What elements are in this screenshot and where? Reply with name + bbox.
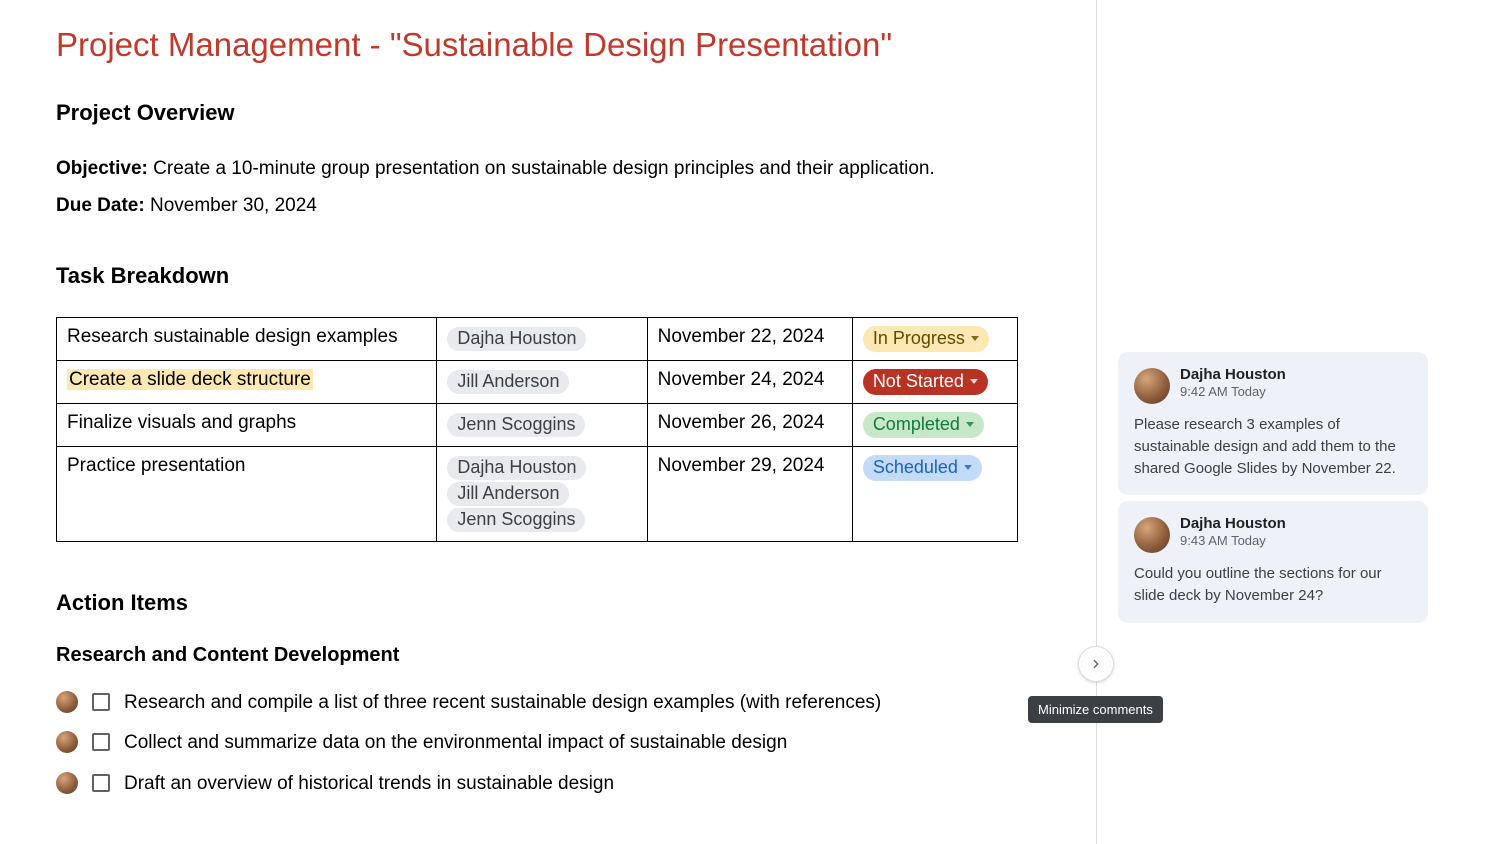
- status-label: Not Started: [873, 371, 964, 392]
- assignee-avatar[interactable]: [56, 691, 78, 713]
- due-date-line: Due Date: November 30, 2024: [56, 191, 1024, 220]
- caret-down-icon: [964, 465, 972, 470]
- page-title: Project Management - "Sustainable Design…: [56, 26, 1024, 64]
- due-text: November 30, 2024: [150, 195, 317, 216]
- table-row: Practice presentationDajha HoustonJill A…: [57, 446, 1018, 541]
- action-item-text[interactable]: Collect and summarize data on the enviro…: [124, 729, 787, 758]
- tooltip: Minimize comments: [1028, 696, 1163, 723]
- comment-header: Dajha Houston9:42 AM Today: [1134, 366, 1412, 404]
- task-cell[interactable]: Create a slide deck structure: [57, 360, 437, 403]
- person-chip[interactable]: Jill Anderson: [447, 482, 569, 506]
- objective-text: Create a 10-minute group presentation on…: [153, 158, 935, 179]
- person-chip[interactable]: Dajha Houston: [447, 327, 586, 351]
- assignee-cell[interactable]: Dajha HoustonJill AndersonJenn Scoggins: [437, 446, 647, 541]
- checkbox[interactable]: [92, 693, 110, 711]
- comment-avatar[interactable]: [1134, 517, 1170, 553]
- comment-card[interactable]: Dajha Houston9:42 AM Today Please researc…: [1118, 352, 1428, 495]
- due-label: Due Date:: [56, 195, 150, 216]
- assignee-cell[interactable]: Dajha Houston: [437, 317, 647, 360]
- status-chip[interactable]: Not Started: [863, 369, 988, 395]
- comment-header: Dajha Houston9:43 AM Today: [1134, 515, 1412, 553]
- status-cell[interactable]: Scheduled: [852, 446, 1017, 541]
- comment-avatar[interactable]: [1134, 368, 1170, 404]
- date-cell[interactable]: November 29, 2024: [647, 446, 852, 541]
- date-cell[interactable]: November 26, 2024: [647, 403, 852, 446]
- table-row: Research sustainable design examples Dajh…: [57, 317, 1018, 360]
- assignee-avatar[interactable]: [56, 772, 78, 794]
- date-cell[interactable]: November 24, 2024: [647, 360, 852, 403]
- person-chip[interactable]: Jill Anderson: [447, 370, 569, 394]
- status-chip[interactable]: In Progress: [863, 326, 989, 352]
- status-cell[interactable]: In Progress: [852, 317, 1017, 360]
- comment-time: 9:43 AM Today: [1180, 533, 1286, 548]
- status-label: In Progress: [873, 328, 965, 349]
- action-item-text[interactable]: Draft an overview of historical trends i…: [124, 770, 614, 799]
- comment-body: Please research 3 examples of sustainabl…: [1134, 414, 1412, 479]
- caret-down-icon: [971, 336, 979, 341]
- task-cell[interactable]: Finalize visuals and graphs: [57, 403, 437, 446]
- document-body: Project Management - "Sustainable Design…: [0, 0, 1080, 798]
- list-item: Draft an overview of historical trends i…: [56, 770, 1024, 799]
- table-row: Finalize visuals and graphs Jenn Scoggins…: [57, 403, 1018, 446]
- comment-author: Dajha Houston: [1180, 366, 1286, 383]
- list-item: Research and compile a list of three rec…: [56, 689, 1024, 718]
- comment-card[interactable]: Dajha Houston9:43 AM Today Could you outl…: [1118, 501, 1428, 623]
- tasks-heading: Task Breakdown: [56, 263, 1024, 289]
- action-items-list: Research and compile a list of three rec…: [56, 689, 1024, 799]
- objective-line: Objective: Create a 10-minute group pres…: [56, 154, 1024, 183]
- status-label: Scheduled: [873, 457, 958, 478]
- assignee-cell[interactable]: Jill Anderson: [437, 360, 647, 403]
- action-item-text[interactable]: Research and compile a list of three rec…: [124, 689, 881, 718]
- caret-down-icon: [970, 379, 978, 384]
- status-cell[interactable]: Completed: [852, 403, 1017, 446]
- comment-body: Could you outline the sections for our s…: [1134, 563, 1412, 607]
- checkbox[interactable]: [92, 774, 110, 792]
- status-label: Completed: [873, 414, 960, 435]
- caret-down-icon: [966, 422, 974, 427]
- project-overview: Project Overview Objective: Create a 10-…: [56, 100, 1024, 221]
- comment-time: 9:42 AM Today: [1180, 384, 1286, 399]
- task-cell[interactable]: Research sustainable design examples: [57, 317, 437, 360]
- status-chip[interactable]: Completed: [863, 412, 984, 438]
- objective-label: Objective:: [56, 158, 153, 179]
- person-chip[interactable]: Dajha Houston: [447, 456, 586, 480]
- assignee-avatar[interactable]: [56, 731, 78, 753]
- person-chip[interactable]: Jenn Scoggins: [447, 508, 585, 532]
- list-item: Collect and summarize data on the enviro…: [56, 729, 1024, 758]
- action-subheading: Research and Content Development: [56, 644, 1024, 667]
- highlighted-text: Create a slide deck structure: [67, 369, 313, 390]
- task-cell[interactable]: Practice presentation: [57, 446, 437, 541]
- status-cell[interactable]: Not Started: [852, 360, 1017, 403]
- checkbox[interactable]: [92, 733, 110, 751]
- comments-panel: Dajha Houston9:42 AM TodayPlease researc…: [1118, 352, 1428, 629]
- person-chip[interactable]: Jenn Scoggins: [447, 413, 585, 437]
- status-chip[interactable]: Scheduled: [863, 455, 982, 481]
- date-cell[interactable]: November 22, 2024: [647, 317, 852, 360]
- minimize-comments-button[interactable]: [1078, 646, 1114, 682]
- chevron-right-icon: [1089, 657, 1103, 671]
- action-heading: Action Items: [56, 590, 1024, 616]
- assignee-cell[interactable]: Jenn Scoggins: [437, 403, 647, 446]
- comment-author: Dajha Houston: [1180, 515, 1286, 532]
- table-row: Create a slide deck structure Jill Anders…: [57, 360, 1018, 403]
- tasks-table: Research sustainable design examples Dajh…: [56, 317, 1018, 542]
- overview-heading: Project Overview: [56, 100, 1024, 126]
